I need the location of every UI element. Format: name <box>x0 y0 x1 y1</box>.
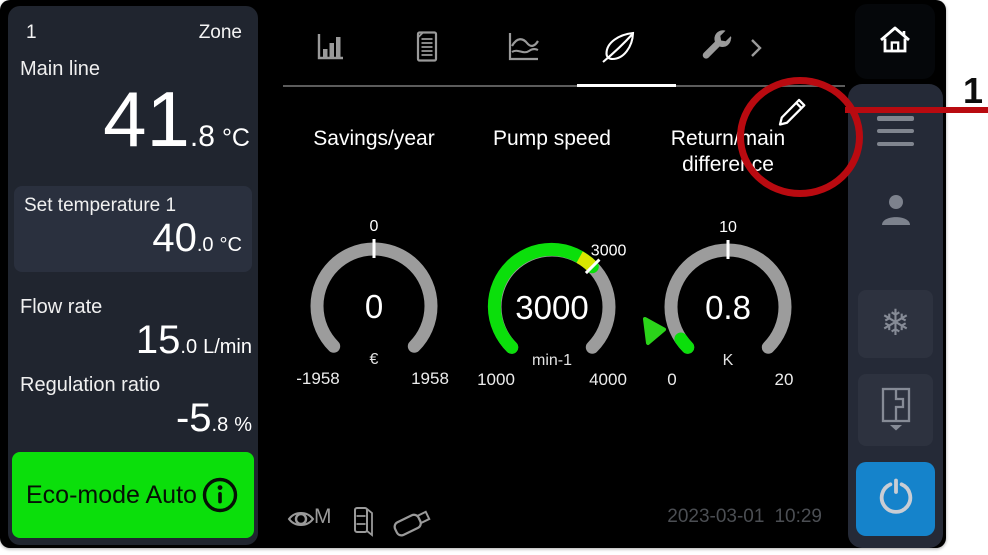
svg-text:min-1: min-1 <box>532 352 572 369</box>
svg-text:€: € <box>370 351 379 368</box>
set-temperature-value: 40.0°C <box>152 218 242 258</box>
snowflake-icon: ❄ <box>880 306 910 342</box>
tab-report[interactable] <box>407 28 447 68</box>
set-temperature-label: Set temperature 1 <box>24 195 176 217</box>
hamburger-icon <box>877 116 914 121</box>
svg-text:1000: 1000 <box>477 370 515 389</box>
set-temperature-card[interactable]: Set temperature 1 40.0°C <box>14 186 252 272</box>
zone-header: 1 Zone <box>26 22 242 44</box>
zone-number: 1 <box>26 22 37 44</box>
trend-chart-icon <box>504 29 542 68</box>
home-button[interactable] <box>855 4 935 79</box>
user-button[interactable] <box>874 190 918 234</box>
eco-mode-button[interactable]: Eco-mode Auto <box>12 452 254 538</box>
tab-settings[interactable] <box>696 28 736 68</box>
svg-text:3000: 3000 <box>591 242 627 259</box>
regulation-ratio-label: Regulation ratio <box>20 374 160 397</box>
gauge-title-pump-speed: Pump speed <box>462 126 642 152</box>
flow-rate-label: Flow rate <box>20 296 102 319</box>
svg-text:K: K <box>723 352 734 369</box>
svg-text:0: 0 <box>667 370 676 389</box>
user-icon <box>875 191 917 234</box>
status-datetime: 2023-03-01 10:29 <box>660 506 822 528</box>
zones-button[interactable] <box>858 374 933 446</box>
power-icon <box>875 477 917 522</box>
tab-separator <box>283 85 845 87</box>
bar-chart-icon <box>312 29 348 68</box>
svg-text:0.8: 0.8 <box>705 289 751 326</box>
tab-trends[interactable] <box>503 28 543 68</box>
pencil-icon <box>771 121 815 136</box>
svg-text:10: 10 <box>719 219 737 236</box>
sidebar: ❄ <box>848 84 943 548</box>
gauge-title-savings: Savings/year <box>284 126 464 152</box>
device-screenshot: 1 Zone Main line 41.8°C Set temperature … <box>0 0 988 555</box>
svg-text:4000: 4000 <box>589 370 627 389</box>
active-tab-indicator <box>577 84 676 87</box>
svg-text:3000: 3000 <box>515 289 588 326</box>
document-icon <box>409 29 445 68</box>
svg-text:0: 0 <box>370 218 379 235</box>
home-icon <box>875 21 915 62</box>
pump-speed-gauge: 3000 3000 min-1 1000 4000 <box>462 219 642 391</box>
zone-panel: 1 Zone Main line 41.8°C Set temperature … <box>8 6 258 545</box>
flow-rate-value: 15.0L/min <box>136 320 252 360</box>
eco-mode-label: Eco-mode Auto <box>26 481 197 510</box>
leaf-icon <box>599 28 639 69</box>
info-icon[interactable] <box>200 475 240 515</box>
status-time: 10:29 <box>774 506 822 528</box>
annotation-label: 1 <box>958 70 988 112</box>
tab-statistics[interactable] <box>310 28 350 68</box>
chevron-right-icon <box>749 36 763 63</box>
zones-icon <box>877 386 915 435</box>
gauge-pointer-icon <box>641 316 667 346</box>
savings-gauge: 0 0 € -1958 1958 <box>284 218 464 390</box>
usb-stick-icon <box>388 502 440 547</box>
tab-eco[interactable] <box>599 28 639 68</box>
module-icon <box>352 504 376 545</box>
svg-text:0: 0 <box>365 288 383 325</box>
main-line-label: Main line <box>20 58 100 81</box>
return-diff-gauge: 10 0.8 K 0 20 <box>638 219 818 391</box>
zone-label: Zone <box>199 22 242 44</box>
monitoring-eye-icon <box>287 508 315 535</box>
power-button[interactable] <box>856 462 935 536</box>
frost-protection-button[interactable]: ❄ <box>858 290 933 358</box>
edit-button[interactable] <box>771 89 815 133</box>
status-date: 2023-03-01 <box>667 506 764 528</box>
wrench-icon <box>698 29 734 68</box>
svg-text:20: 20 <box>775 370 794 389</box>
monitoring-mode-letter: M <box>314 505 332 529</box>
main-line-temperature: 41.8°C <box>103 80 250 158</box>
svg-text:1958: 1958 <box>411 369 449 388</box>
svg-text:-1958: -1958 <box>296 369 339 388</box>
menu-button[interactable] <box>877 116 914 146</box>
regulation-ratio-value: -5.8% <box>176 398 252 438</box>
tabs-more-button[interactable] <box>746 36 766 62</box>
